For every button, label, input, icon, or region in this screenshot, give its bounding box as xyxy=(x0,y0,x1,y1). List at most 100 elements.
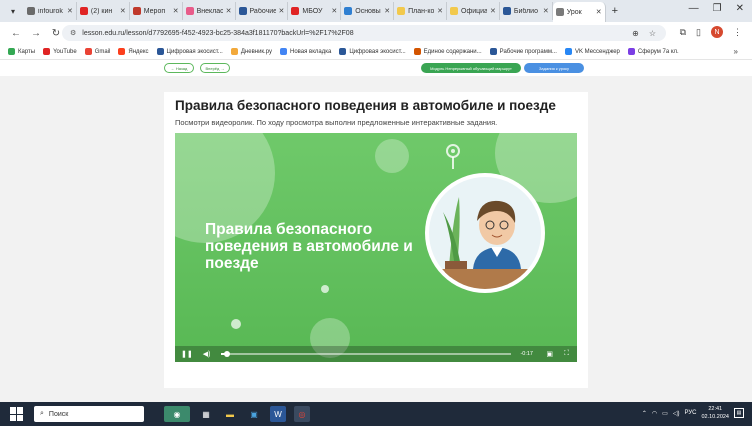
lesson-title: Правила безопасного поведения в автомоби… xyxy=(175,98,556,113)
address-bar[interactable]: ⚙ lesson.edu.ru/lesson/d7792695-f452-492… xyxy=(62,25,666,41)
network-icon[interactable]: ◠ xyxy=(652,410,657,417)
browser-tab[interactable]: infourok ✕ xyxy=(24,2,77,20)
tab-close-icon[interactable]: ✕ xyxy=(67,7,73,15)
menu-dots-icon[interactable]: ⋮ xyxy=(733,27,742,38)
close-window-icon[interactable]: ✕ xyxy=(736,3,744,14)
browser-tab[interactable]: (2) кин ✕ xyxy=(77,2,130,20)
bookmark-item[interactable]: Цифровая экосист... xyxy=(339,48,406,55)
browser-tab[interactable]: Урок ✕ xyxy=(552,2,606,22)
bookmarks-more-icon[interactable]: » xyxy=(734,47,738,56)
back-icon[interactable]: ← xyxy=(8,28,24,39)
bookmark-label: Яндекс xyxy=(128,48,149,55)
zoom-icon[interactable]: ⊕ xyxy=(632,29,639,38)
bookmark-item[interactable]: VK Мессенджер xyxy=(564,48,620,55)
video-progress-bar[interactable] xyxy=(221,351,511,357)
store-icon[interactable]: ▣ xyxy=(246,406,262,422)
tab-favicon-icon xyxy=(291,7,300,15)
lesson-forward-button[interactable]: Вперёд → xyxy=(200,63,230,73)
taskbar-search[interactable]: ⌕ Поиск xyxy=(34,406,144,422)
site-info-icon[interactable]: ⚙ xyxy=(70,29,76,37)
tab-close-icon[interactable]: ✕ xyxy=(120,7,126,15)
sidebar-icon[interactable]: ▯ xyxy=(696,27,701,38)
browser-tab[interactable]: Официа ✕ xyxy=(447,2,500,20)
browser-tab[interactable]: МБОУ ✕ xyxy=(288,2,342,20)
bookmark-item[interactable]: Яндекс xyxy=(118,48,149,55)
tab-close-icon[interactable]: ✕ xyxy=(226,7,232,15)
speaker-icon[interactable]: ◁) xyxy=(673,410,680,417)
bookmark-favicon-icon xyxy=(627,48,635,55)
omnibox-actions: ⊕ ☆ xyxy=(632,29,656,38)
browser-tab[interactable]: Мероп ✕ xyxy=(130,2,183,20)
tab-close-icon[interactable]: ✕ xyxy=(331,7,337,15)
tab-close-icon[interactable]: ✕ xyxy=(543,7,549,15)
bookmark-label: Цифровая экосист... xyxy=(166,48,223,55)
bookmark-item[interactable]: Карты xyxy=(8,48,35,55)
video-progress-knob[interactable] xyxy=(223,351,230,357)
tab-close-icon[interactable]: ✕ xyxy=(384,7,390,15)
file-explorer-icon[interactable]: ▬ xyxy=(222,406,238,422)
tab-favicon-icon xyxy=(27,7,35,15)
bookmark-favicon-icon xyxy=(118,48,126,55)
bookmark-item[interactable]: Единое содержани... xyxy=(413,48,482,55)
browser-tab[interactable]: План-ко ✕ xyxy=(394,2,447,20)
lesson-toolbar: ← Назад Вперёд → Модуль Непрерывный обуч… xyxy=(0,60,752,76)
browser-tab[interactable]: Основы ✕ xyxy=(341,2,395,20)
tab-close-icon[interactable]: ✕ xyxy=(490,7,496,15)
decor-dot xyxy=(321,285,329,293)
word-icon[interactable]: W xyxy=(270,406,286,422)
tab-close-icon[interactable]: ✕ xyxy=(173,7,179,15)
lesson-back-button[interactable]: ← Назад xyxy=(164,63,194,73)
bookmark-item[interactable]: Дневник.ру xyxy=(230,48,272,55)
lesson-tasks-button[interactable]: Задания к уроку xyxy=(524,63,584,73)
tab-close-icon[interactable]: ✕ xyxy=(279,7,285,15)
video-player[interactable]: Правила безопасного поведения в автомоби… xyxy=(175,133,577,362)
new-tab-icon[interactable]: + xyxy=(612,5,618,17)
profile-avatar[interactable]: N xyxy=(711,26,723,38)
bookmark-favicon-icon xyxy=(413,48,421,55)
bookmark-item[interactable]: Рабочие программ... xyxy=(489,48,557,55)
notifications-icon[interactable]: ▤ xyxy=(734,408,744,418)
pip-icon[interactable]: ▣ xyxy=(546,350,553,358)
bookmark-item[interactable]: Сферум 7а кл. xyxy=(627,48,679,55)
bookmark-item[interactable]: Новая вкладка xyxy=(280,48,331,55)
tab-strip: ▾ infourok ✕ (2) кин ✕ Мероп ✕ Внеклас ✕ Рабочие… xyxy=(0,0,752,22)
fullscreen-icon[interactable]: ⛶ xyxy=(564,350,569,358)
chrome-icon[interactable]: ◎ xyxy=(294,406,310,422)
bookmark-item[interactable]: Цифровая экосист... xyxy=(156,48,223,55)
clock[interactable]: 22:41 02.10.2024 xyxy=(701,405,729,421)
bookmark-label: Дневник.ру xyxy=(240,48,272,55)
task-view-icon[interactable]: ▦ xyxy=(198,406,214,422)
tab-label: План-ко xyxy=(408,7,435,15)
tab-label: Библио xyxy=(513,7,538,15)
page-content: ← Назад Вперёд → Модуль Непрерывный обуч… xyxy=(0,60,752,402)
language-indicator[interactable]: РУС xyxy=(684,410,696,416)
browser-tab[interactable]: Библио ✕ xyxy=(500,2,553,20)
teacher-illustration xyxy=(429,177,541,289)
widgets-icon[interactable]: ◉ xyxy=(164,406,190,422)
decor-circle xyxy=(375,139,409,173)
lesson-subtitle: Посмотри видеоролик. По ходу просмотра в… xyxy=(175,118,498,127)
extensions-icon[interactable]: ⧉ xyxy=(680,27,686,38)
tab-search-icon[interactable]: ▾ xyxy=(6,4,20,18)
tray-expand-icon[interactable]: ⌃ xyxy=(642,410,647,417)
forward-icon[interactable]: → xyxy=(28,28,44,39)
bookmark-star-icon[interactable]: ☆ xyxy=(649,29,656,38)
volume-icon[interactable]: ◀) xyxy=(203,350,211,358)
tab-favicon-icon xyxy=(502,7,511,15)
bookmark-label: Gmail xyxy=(94,48,111,55)
tab-favicon-icon xyxy=(344,7,353,15)
module-route-button[interactable]: Модуль Непрерывный обучающий маршрут xyxy=(421,63,521,73)
battery-icon[interactable]: ▭ xyxy=(662,410,668,417)
maximize-icon[interactable]: ❐ xyxy=(713,3,722,14)
tab-label: infourok xyxy=(38,7,63,15)
tab-close-icon[interactable]: ✕ xyxy=(437,7,443,15)
tab-label: МБОУ xyxy=(302,7,323,15)
pause-icon[interactable]: ❚❚ xyxy=(181,350,193,358)
bookmark-item[interactable]: Gmail xyxy=(84,48,111,55)
windows-start-icon[interactable] xyxy=(10,407,24,421)
bookmark-item[interactable]: YouTube xyxy=(43,48,77,55)
tab-close-icon[interactable]: ✕ xyxy=(596,8,602,16)
minimize-icon[interactable]: — xyxy=(689,3,699,14)
browser-tab[interactable]: Внеклас ✕ xyxy=(183,2,236,20)
browser-tab[interactable]: Рабочие ✕ xyxy=(236,2,289,20)
